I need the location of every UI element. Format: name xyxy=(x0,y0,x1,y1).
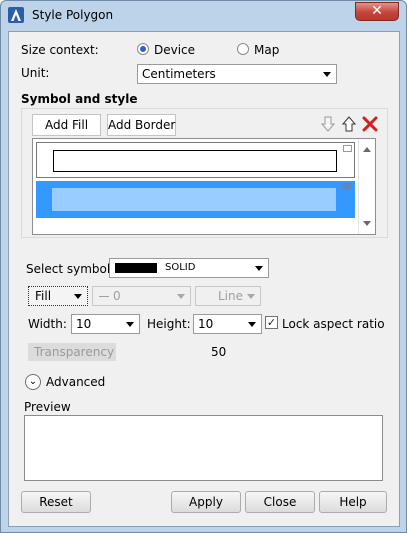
map-radio[interactable] xyxy=(237,43,249,55)
move-up-icon[interactable] xyxy=(340,115,358,133)
add-border-button[interactable]: Add Border xyxy=(107,114,176,136)
width-select[interactable]: 10 xyxy=(71,314,140,334)
close-button[interactable]: Close xyxy=(245,491,315,513)
apply-button[interactable]: Apply xyxy=(171,491,241,513)
symbol-layer-list[interactable] xyxy=(32,138,376,235)
select-symbol-label: Select symbol: xyxy=(26,262,115,276)
chevron-down-icon xyxy=(126,322,134,327)
chevron-down-icon xyxy=(255,266,263,271)
unit-select-value: Centimeters xyxy=(142,67,216,81)
height-value: 10 xyxy=(198,317,214,331)
line-weight-select[interactable]: 0 xyxy=(92,286,191,306)
transparency-value: 50 xyxy=(211,345,227,359)
width-value: 10 xyxy=(76,317,92,331)
device-radio[interactable] xyxy=(137,43,149,55)
chevron-down-icon xyxy=(74,294,82,299)
fill-layer-swatch xyxy=(53,150,337,172)
height-select[interactable]: 10 xyxy=(193,314,262,334)
move-down-icon[interactable] xyxy=(319,115,337,133)
app-icon xyxy=(8,7,24,23)
symbol-and-style-heading: Symbol and style xyxy=(21,92,138,106)
preview-label: Preview xyxy=(24,400,71,414)
line-weight-value: 0 xyxy=(113,289,121,303)
style-polygon-window: Style Polygon ✕ Size context: Device Map… xyxy=(0,0,407,533)
transparency-button[interactable]: Transparency xyxy=(28,343,116,361)
unit-label: Unit: xyxy=(21,66,50,80)
layer-visibility-icon[interactable] xyxy=(343,145,352,152)
line-sample-icon xyxy=(99,296,109,297)
dialog-body: Size context: Device Map Unit: Centimete… xyxy=(8,31,400,527)
size-context-label: Size context: xyxy=(21,43,99,57)
help-button[interactable]: Help xyxy=(319,491,387,513)
unit-select[interactable]: Centimeters xyxy=(137,64,337,84)
delete-icon[interactable] xyxy=(361,115,379,133)
advanced-label[interactable]: Advanced xyxy=(46,375,105,389)
device-radio-label[interactable]: Device xyxy=(154,43,195,57)
layer-type-value: Fill xyxy=(35,289,52,303)
chevron-down-icon xyxy=(248,322,256,327)
add-fill-button[interactable]: Add Fill xyxy=(32,114,101,136)
lock-aspect-checkbox[interactable]: ✓ xyxy=(265,316,278,329)
width-label: Width: xyxy=(28,317,67,331)
scroll-up-icon[interactable] xyxy=(363,147,371,152)
height-label: Height: xyxy=(147,317,191,331)
layer-visibility-icon[interactable] xyxy=(342,183,351,190)
border-layer-row-selected[interactable] xyxy=(36,181,355,218)
chevron-down-icon xyxy=(247,294,255,299)
window-title: Style Polygon xyxy=(32,8,114,22)
close-window-button[interactable]: ✕ xyxy=(355,2,399,21)
preview-pane xyxy=(24,415,383,481)
border-layer-swatch xyxy=(52,188,336,211)
line-type-value: Line xyxy=(218,289,244,303)
line-type-select[interactable]: Line xyxy=(195,286,261,306)
scroll-down-icon[interactable] xyxy=(363,221,371,226)
close-icon: ✕ xyxy=(371,3,383,19)
chevron-down-icon[interactable]: ⌄ xyxy=(25,374,41,390)
symbol-name: SOLID xyxy=(165,262,196,273)
lock-aspect-label[interactable]: Lock aspect ratio xyxy=(282,317,385,331)
symbol-style-group: Add Fill Add Border xyxy=(21,108,388,238)
symbol-swatch xyxy=(115,263,157,273)
select-symbol-dropdown[interactable]: SOLID xyxy=(109,258,269,278)
title-bar[interactable]: Style Polygon ✕ xyxy=(1,1,406,31)
chevron-down-icon xyxy=(323,72,331,77)
reset-button[interactable]: Reset xyxy=(21,491,91,513)
list-scrollbar[interactable] xyxy=(358,139,375,234)
chevron-down-icon xyxy=(177,294,185,299)
layer-type-select[interactable]: Fill xyxy=(28,286,88,306)
map-radio-label[interactable]: Map xyxy=(254,43,279,57)
fill-layer-row[interactable] xyxy=(36,142,355,178)
